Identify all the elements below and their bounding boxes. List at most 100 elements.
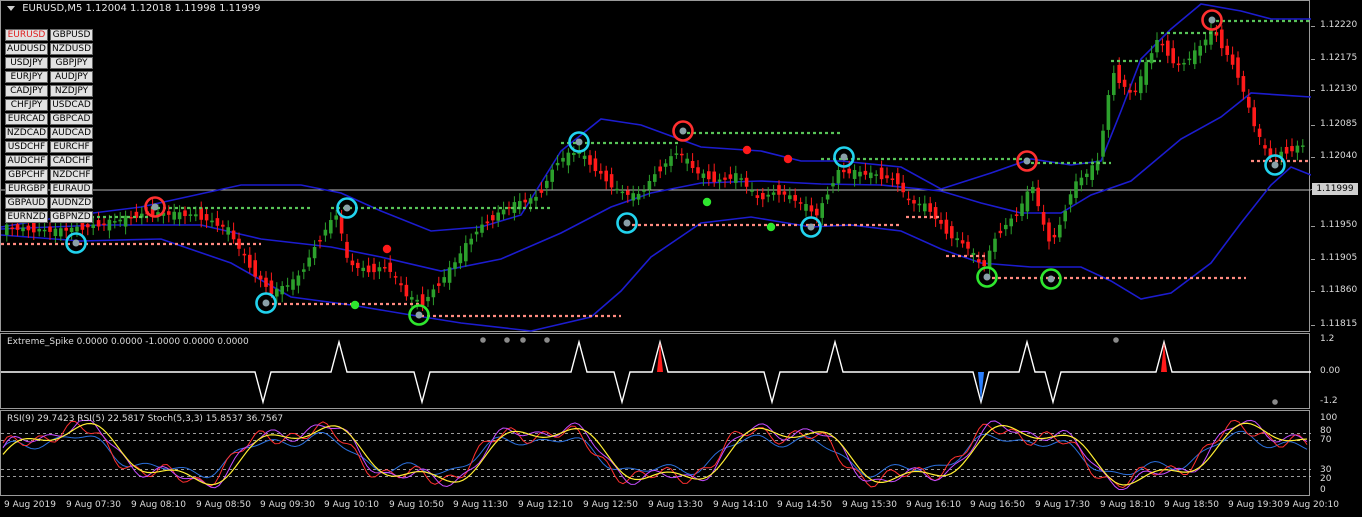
candle-body [674, 153, 679, 155]
price-label: 1.12220 [1320, 20, 1358, 30]
candle-body [1074, 181, 1078, 198]
candle-body [604, 170, 608, 182]
candle-body [1014, 214, 1019, 216]
stoch-signal-line [2, 422, 1308, 486]
osc-axis-70: 70 [1320, 435, 1332, 445]
symbol-button[interactable]: AUDUSD [5, 43, 48, 55]
oscillator-label: RSI(9) 29.7423 RSI(5) 22.5817 Stoch(5,3,… [7, 414, 284, 424]
symbol-button[interactable]: NZDCAD [5, 127, 48, 139]
candle-body [437, 283, 441, 286]
symbol-button[interactable]: AUDCAD [50, 127, 93, 139]
osc-axis-20: 20 [1320, 474, 1332, 484]
symbol-button[interactable]: CADJPY [5, 85, 48, 97]
price-chart-canvas[interactable] [1, 1, 1311, 333]
candle-body [431, 289, 436, 298]
candle-body [561, 157, 565, 162]
candle-body [917, 203, 922, 206]
signal-ring-center [1271, 161, 1279, 169]
price-scale[interactable]: 1.12220 1.12175 1.12130 1.12085 1.12040 1.119… [1311, 0, 1362, 332]
symbol-button[interactable]: AUDCHF [5, 155, 48, 167]
price-chart-pane[interactable]: EURUSD,M5 1.12004 1.12018 1.11998 1.1199… [0, 0, 1311, 333]
candle-body [231, 230, 236, 240]
candle-body [1117, 64, 1121, 83]
symbol-button[interactable]: EURJPY [5, 71, 48, 83]
candle-body [647, 180, 652, 190]
chart-menu-arrow-icon[interactable] [7, 5, 15, 11]
candle-body [318, 240, 322, 242]
symbol-button[interactable]: NZDUSD [50, 43, 93, 55]
symbol-button[interactable]: USDJPY [5, 57, 48, 69]
candle-body [1090, 165, 1094, 180]
time-label: 9 Aug 12:50 [583, 500, 638, 510]
candle-body [804, 204, 808, 211]
symbol-button[interactable]: CADCHF [50, 155, 93, 167]
candle-body [264, 277, 268, 287]
candle-body [572, 153, 576, 155]
symbol-button[interactable]: EURNZD [5, 211, 48, 223]
symbol-button[interactable]: AUDJPY [50, 71, 93, 83]
candle-body [1144, 62, 1148, 85]
candle-body [1058, 224, 1062, 238]
time-label: 9 Aug 18:50 [1164, 500, 1219, 510]
spike-axis-bottom: -1.2 [1320, 396, 1338, 406]
symbol-button[interactable]: USDCAD [50, 99, 93, 111]
candle-body [1036, 187, 1040, 207]
candle-body [453, 262, 457, 269]
candle-body [663, 163, 668, 167]
symbol-button[interactable]: NZDCHF [50, 169, 93, 181]
symbol-button[interactable]: EURCHF [50, 141, 93, 153]
symbol-button[interactable]: GBPCHF [5, 169, 48, 181]
candle-body [1139, 76, 1143, 94]
candle-body [669, 156, 673, 166]
candle-body [599, 170, 603, 174]
symbol-button[interactable]: USDCHF [5, 141, 48, 153]
time-axis[interactable]: 9 Aug 2019 9 Aug 07:30 9 Aug 08:10 9 Aug 08… [0, 498, 1362, 517]
signal-ring-center [575, 138, 583, 146]
symbol-button[interactable]: GBPNZD [50, 211, 93, 223]
candle-body [420, 294, 425, 306]
candle-body [96, 220, 101, 227]
symbol-button[interactable]: GBPUSD [50, 29, 93, 41]
candle-body [944, 219, 949, 234]
candle-body [723, 177, 727, 180]
osc-axis-0: 0 [1320, 485, 1326, 495]
price-tick [1311, 157, 1315, 158]
candle-body [593, 158, 598, 172]
candle-body [172, 211, 176, 220]
candle-body [680, 153, 684, 156]
symbol-button[interactable]: EURCAD [5, 113, 48, 125]
symbol-button[interactable]: GBPAUD [5, 197, 48, 209]
candle-body [404, 284, 409, 297]
symbol-button[interactable]: EURUSD [5, 29, 48, 41]
middle-band-line [1, 92, 1311, 272]
time-label: 9 Aug 09:30 [260, 500, 315, 510]
candle-body [291, 279, 295, 290]
candle-body [771, 192, 776, 195]
symbol-button[interactable]: GBPJPY [50, 57, 93, 69]
candle-body [107, 219, 112, 231]
signal-ring-center [679, 127, 687, 135]
candle-body [361, 267, 365, 271]
price-tick [1311, 291, 1315, 292]
time-label: 9 Aug 17:30 [1035, 500, 1090, 510]
candle-body [588, 155, 592, 165]
extreme-spike-pane[interactable]: Extreme_Spike 0.0000 0.0000 -1.0000 0.00… [0, 333, 1311, 409]
symbol-button[interactable]: AUDNZD [50, 197, 93, 209]
symbol-button[interactable]: CHFJPY [5, 99, 48, 111]
symbol-button[interactable]: EURGBP [5, 183, 48, 195]
oscillator-pane[interactable]: RSI(9) 29.7423 RSI(5) 22.5817 Stoch(5,3,… [0, 410, 1311, 496]
symbol-button[interactable]: GBPCAD [50, 113, 93, 125]
price-tick [1311, 125, 1315, 126]
symbol-button[interactable]: NZDJPY [50, 85, 93, 97]
candle-body [1225, 45, 1229, 55]
time-label: 9 Aug 14:50 [777, 500, 832, 510]
extreme-spike-label: Extreme_Spike 0.0000 0.0000 -1.0000 0.00… [7, 337, 249, 347]
symbol-button[interactable]: EURAUD [50, 183, 93, 195]
price-label: 1.12085 [1320, 119, 1358, 129]
candle-body [1236, 57, 1240, 78]
spike-scale: 1.2 0.00 -1.2 [1311, 333, 1362, 409]
candle-body [690, 161, 695, 169]
candle-body [210, 220, 214, 223]
signal-ring-center [343, 204, 351, 212]
spike-dot [520, 337, 526, 343]
